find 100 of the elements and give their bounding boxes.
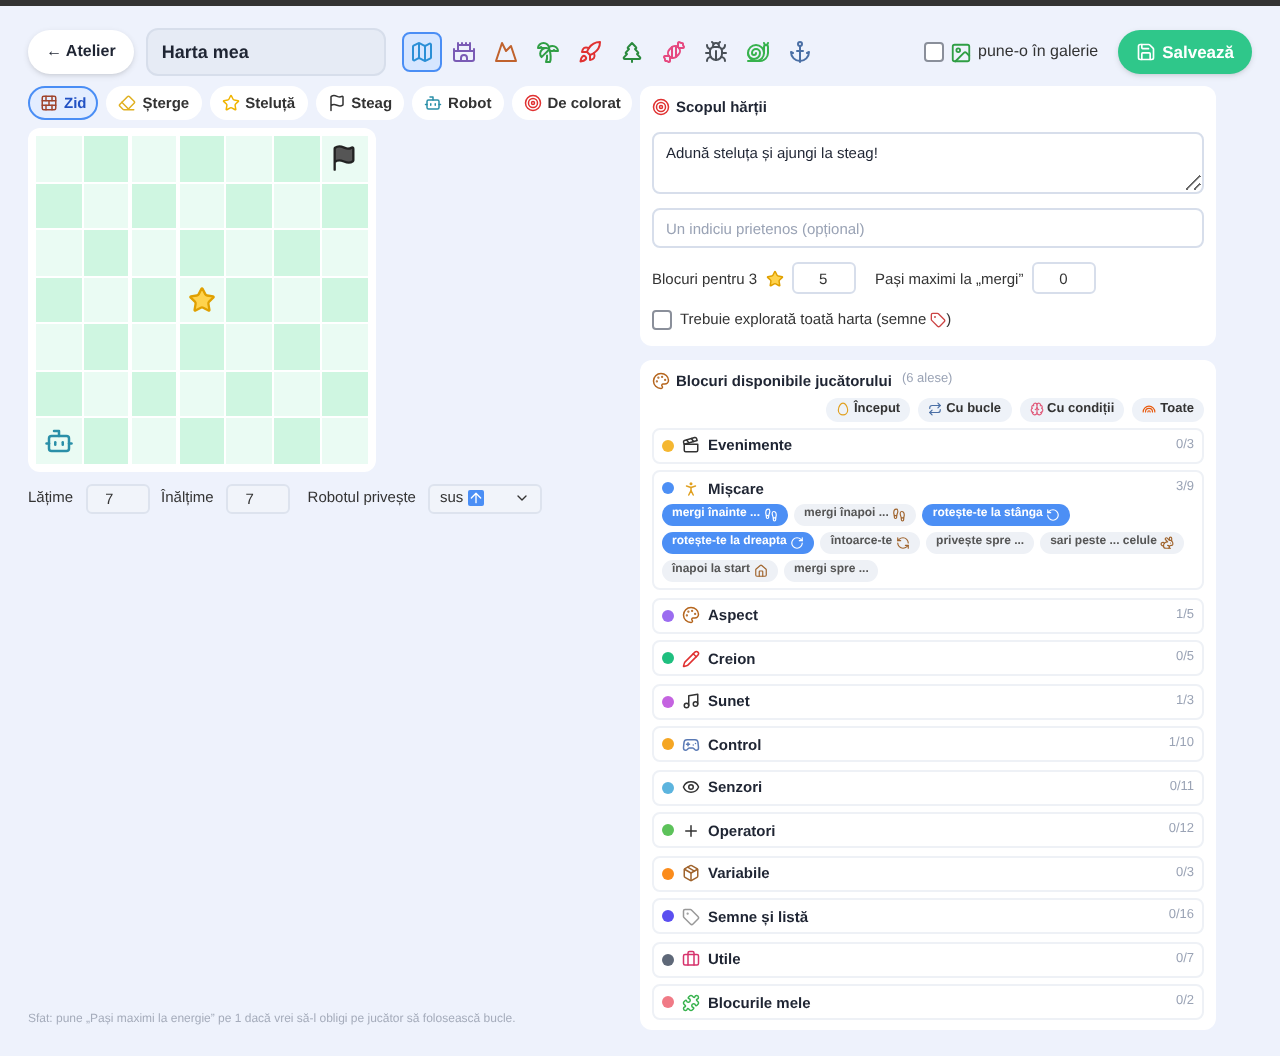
- flag-icon: [327, 94, 346, 112]
- map-icon: [409, 40, 434, 64]
- chevron-down-icon: [513, 490, 530, 506]
- pine-tree-icon: [619, 40, 644, 64]
- map-cell[interactable]: [322, 230, 368, 275]
- star-icon: [221, 94, 240, 112]
- map-cell[interactable]: [226, 277, 272, 322]
- map-cell[interactable]: [226, 136, 272, 181]
- robot-icon: [424, 94, 443, 112]
- tag-icon: [930, 311, 947, 328]
- map-cell[interactable]: [322, 136, 368, 181]
- bug-icon: [703, 40, 728, 64]
- rabbit-icon: [1160, 536, 1175, 551]
- rocket-icon: [577, 40, 602, 64]
- gallery-label: pune-o în galerie: [978, 40, 1099, 64]
- map-cell[interactable]: [179, 230, 225, 275]
- target-icon: [523, 94, 542, 112]
- map-cell[interactable]: [36, 230, 81, 275]
- title-field[interactable]: Harta mea: [145, 28, 386, 76]
- repeat-icon: [928, 402, 943, 417]
- map-cell[interactable]: [274, 277, 320, 322]
- map-cell[interactable]: [83, 324, 129, 369]
- map-cell[interactable]: [83, 136, 129, 181]
- map-cell[interactable]: [179, 371, 225, 416]
- map-cell[interactable]: [36, 136, 81, 181]
- map-cell[interactable]: [131, 136, 177, 181]
- map-cell[interactable]: [36, 183, 81, 228]
- map-cell[interactable]: [83, 277, 129, 322]
- map-cell[interactable]: [131, 230, 177, 275]
- rotate-left-icon: [1046, 508, 1061, 523]
- theme-button[interactable]: [401, 32, 442, 72]
- arrow-up-icon: [467, 490, 484, 506]
- map-cell[interactable]: [179, 324, 225, 369]
- map-cell[interactable]: [226, 418, 272, 463]
- brick-wall-icon: [40, 94, 58, 112]
- candy-icon: [661, 40, 686, 64]
- footprints-icon: [764, 508, 779, 523]
- music-note-icon: [682, 692, 700, 711]
- map-cell[interactable]: [179, 136, 225, 181]
- house-icon: [754, 564, 769, 579]
- map-cell[interactable]: [226, 183, 272, 228]
- star-icon: [187, 285, 216, 314]
- back-button[interactable]: ← Atelier: [28, 30, 134, 74]
- toolbox-icon: [682, 950, 700, 969]
- map-cell[interactable]: [274, 136, 320, 181]
- map-cell[interactable]: [131, 183, 177, 228]
- map-cell[interactable]: [131, 277, 177, 322]
- gamepad-icon: [682, 735, 700, 754]
- star-icon: [765, 269, 784, 288]
- map-cell[interactable]: [322, 418, 368, 463]
- picture-icon: [950, 41, 973, 63]
- pencil-icon: [682, 649, 700, 668]
- eraser-icon: [118, 94, 137, 112]
- map-cell[interactable]: [36, 418, 81, 463]
- person-icon: [682, 479, 700, 498]
- map-cell[interactable]: [322, 371, 368, 416]
- map-cell[interactable]: [274, 183, 320, 228]
- map-cell[interactable]: [131, 371, 177, 416]
- floppy-icon: [1136, 42, 1157, 62]
- map-cell[interactable]: [131, 418, 177, 463]
- map-cell[interactable]: [179, 418, 225, 463]
- map-cell[interactable]: [83, 418, 129, 463]
- checkbox[interactable]: [924, 42, 945, 62]
- map-cell[interactable]: [226, 324, 272, 369]
- map-cell[interactable]: [274, 418, 320, 463]
- palm-tree-icon: [535, 40, 560, 64]
- map-cell[interactable]: [83, 230, 129, 275]
- checkbox[interactable]: [652, 309, 672, 330]
- map-cell[interactable]: [322, 277, 368, 322]
- flag-icon: [330, 144, 359, 173]
- plus-icon: [682, 821, 700, 840]
- map-cell[interactable]: [274, 230, 320, 275]
- clapperboard-icon: [682, 436, 700, 455]
- map-cell[interactable]: [322, 183, 368, 228]
- map-cell[interactable]: [179, 183, 225, 228]
- map-cell[interactable]: [179, 277, 225, 322]
- map-cell[interactable]: [274, 324, 320, 369]
- package-icon: [682, 864, 700, 883]
- target-icon: [652, 98, 670, 117]
- map-cell[interactable]: [36, 277, 81, 322]
- rotate-right-icon: [790, 536, 805, 551]
- map-cell[interactable]: [226, 371, 272, 416]
- eye-icon: [682, 778, 700, 797]
- map-cell[interactable]: [36, 371, 81, 416]
- map-cell[interactable]: [226, 230, 272, 275]
- map-cell[interactable]: [83, 371, 129, 416]
- snail-icon: [745, 40, 770, 64]
- anchor-icon: [787, 40, 812, 64]
- palette-icon: [652, 371, 670, 390]
- palette-icon: [682, 606, 700, 625]
- map-cell[interactable]: [131, 324, 177, 369]
- mountain-icon: [493, 40, 518, 64]
- map-cell[interactable]: [274, 371, 320, 416]
- castle-icon: [451, 40, 476, 64]
- rainbow-icon: [1142, 402, 1157, 417]
- map-cell[interactable]: [322, 324, 368, 369]
- egg-icon: [835, 402, 850, 417]
- footprints-icon: [892, 508, 907, 523]
- map-cell[interactable]: [36, 324, 81, 369]
- map-cell[interactable]: [83, 183, 129, 228]
